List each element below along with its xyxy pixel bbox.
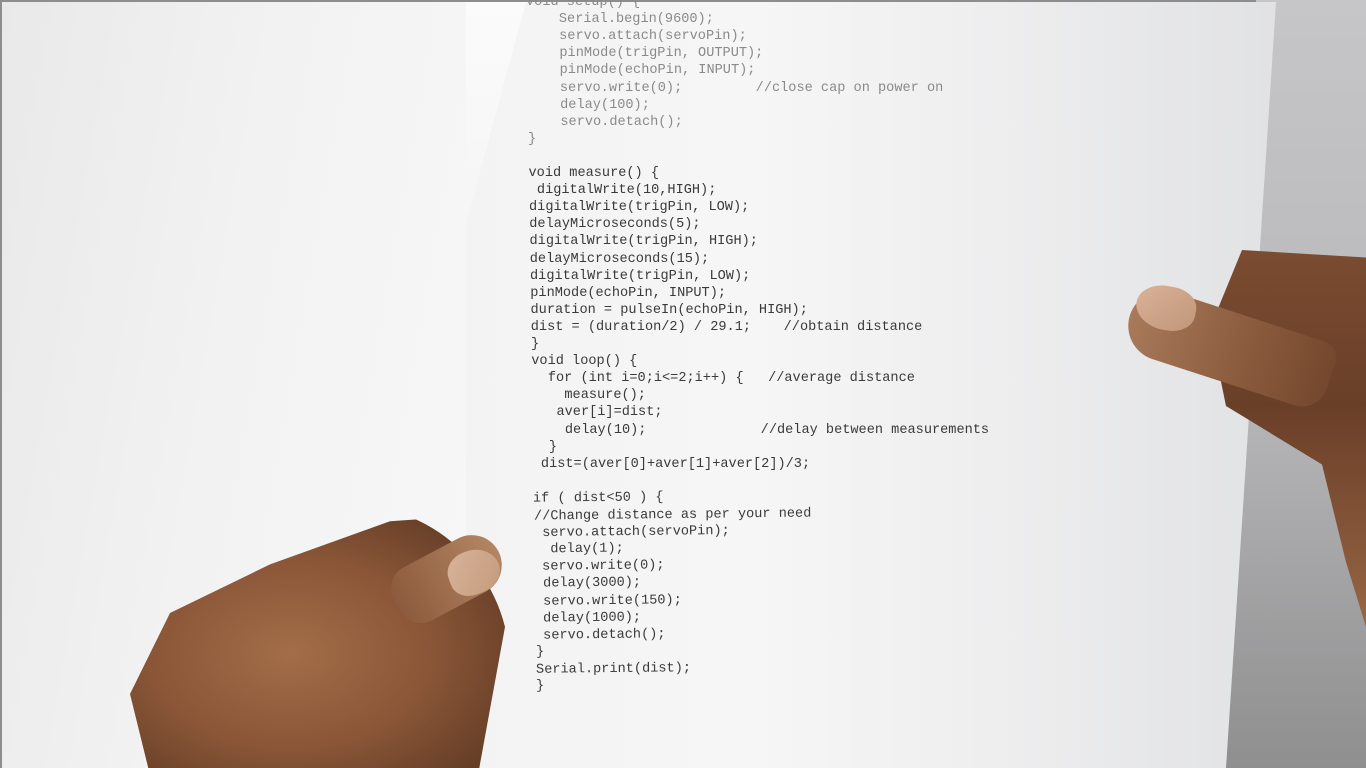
code-line: measure(); [531,388,646,404]
code-line: delayMicroseconds(5); [529,217,701,233]
code-line: delayMicroseconds(15); [529,251,710,267]
code-line: servo.attach(servoPin); [526,29,747,45]
code-line: } [528,131,537,147]
code-line: } [535,644,544,660]
code-line: Serial.begin(9600); [526,12,714,28]
code-line: aver[i]=dist; [532,405,663,421]
code-line: } [535,678,545,695]
code-line: delay(10); //delay between measurements [532,422,990,438]
code-line: Serial.print(dist); [535,661,691,678]
code-line: void loop() { [531,354,638,370]
code-line: } [532,439,557,455]
code-line: digitalWrite(10,HIGH); [528,183,717,199]
code-line: delay(100); [527,97,650,113]
code-line: servo.detach(); [527,114,683,130]
code-line: digitalWrite(trigPin, HIGH); [529,234,758,250]
code-line: } [531,337,540,352]
code-line: void setup() { [526,0,641,10]
code-line: delay(1); [533,541,624,558]
code-line: for (int i=0;i<=2;i++) { //average dista… [531,371,915,387]
code-line: servo.attach(servoPin); [533,524,730,542]
code-line: pinMode(echoPin, INPUT); [530,285,727,301]
code-line: //Change distance as per your need [533,506,811,525]
code-line: pinMode(echoPin, INPUT); [527,63,756,79]
code-line: digitalWrite(trigPin, LOW); [529,200,750,216]
code-line: servo.write(150); [534,592,682,610]
code-line: servo.write(0); [534,558,665,575]
code-line: if ( dist<50 ) { [533,490,664,507]
code-line: duration = pulseIn(echoPin, HIGH); [530,302,808,318]
code-line: servo.detach(); [535,627,666,644]
photo-frame: void setup() { Serial.begin(9600); servo… [0,0,1366,768]
code-line: servo.write(0); //close cap on power on [527,80,944,96]
code-line: pinMode(trigPin, OUTPUT); [526,46,764,62]
code-line: dist = (duration/2) / 29.1; //obtain dis… [530,319,923,335]
code-line: digitalWrite(trigPin, LOW); [530,268,751,284]
code-line: dist=(aver[0]+aver[1]+aver[2])/3; [532,456,811,472]
code-line: void measure() { [528,166,660,181]
code-line: delay(3000); [534,575,641,592]
code-line: delay(1000); [534,610,642,627]
